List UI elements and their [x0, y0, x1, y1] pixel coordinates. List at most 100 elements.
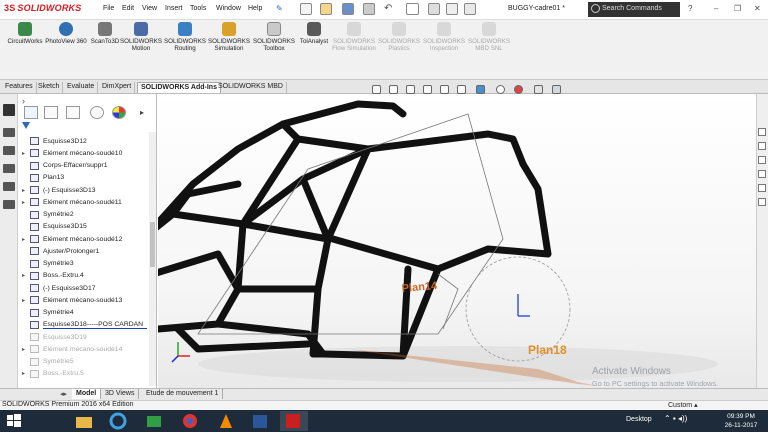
options-icon[interactable] [464, 3, 476, 15]
folder-icon[interactable] [72, 411, 100, 431]
menu-window[interactable]: Window [216, 5, 241, 12]
windows-start-icon[interactable] [4, 411, 32, 431]
configuration-manager-tab-icon[interactable] [66, 106, 80, 119]
chrome-icon[interactable] [178, 411, 206, 431]
feature-tree-item[interactable]: Ajuster/Prolonger1 [22, 245, 152, 257]
desktop-label[interactable]: Desktop [626, 416, 652, 423]
feature-tree-item[interactable]: Esquisse3D18-----POS CARDAN [22, 319, 152, 331]
scrollbar-thumb[interactable] [150, 222, 155, 267]
select-pointer-icon[interactable] [406, 3, 419, 15]
zoom-area-icon[interactable] [389, 85, 398, 94]
display-style-icon[interactable] [476, 85, 485, 94]
feature-tree-scrollbar[interactable] [149, 132, 156, 386]
expand-arrow-icon[interactable]: ▸ [22, 236, 30, 243]
help-icon[interactable]: ? [688, 4, 692, 13]
dimxpert-manager-tab-icon[interactable] [90, 106, 104, 119]
store-icon[interactable] [142, 411, 170, 431]
solidworks-app-icon[interactable] [280, 411, 308, 431]
expand-arrow-icon[interactable]: ▸ [22, 199, 30, 206]
feature-tree-item[interactable]: ▸ Elément mécano-soudé14 [22, 343, 152, 355]
feature-tree-item[interactable]: Esquisse3D19 [22, 331, 152, 343]
expand-arrow-icon[interactable]: ▸ [22, 370, 30, 377]
tab-dimxpert[interactable]: DimXpert [99, 82, 136, 93]
feature-tree-item[interactable]: Symétrie3 [22, 258, 152, 270]
display-manager-tab-icon[interactable] [112, 106, 126, 119]
feature-tree-item[interactable]: Symétrie4 [22, 307, 152, 319]
routing-button[interactable]: SOLIDWORKS Routing [163, 22, 207, 52]
units-selector[interactable]: Custom ▴ [668, 401, 698, 409]
close-button[interactable]: ✕ [754, 4, 761, 13]
spline-tool-icon[interactable] [3, 200, 15, 209]
design-library-icon[interactable] [758, 142, 766, 150]
feature-tree-item[interactable]: Symétrie5 [22, 356, 152, 368]
inspection-button[interactable]: SOLIDWORKS Inspection [422, 22, 466, 52]
system-tray-icons[interactable]: ⌃ ▪ ◂)) [664, 414, 687, 423]
print-icon[interactable] [363, 3, 375, 15]
graphics-viewport[interactable]: Plan14 Plan18 [158, 94, 756, 388]
simulation-button[interactable]: SOLIDWORKS Simulation [207, 22, 251, 52]
tab-model[interactable]: Model [72, 389, 102, 399]
menu-tools[interactable]: Tools [190, 5, 206, 12]
resources-icon[interactable] [758, 128, 766, 136]
vlc-icon[interactable] [214, 411, 242, 431]
tab-sketch[interactable]: Sketch [35, 82, 64, 93]
expand-arrow-icon[interactable]: ▸ [22, 346, 30, 353]
pin-icon[interactable]: ✎ [276, 4, 283, 13]
feature-tree-item[interactable]: Symétrie2 [22, 209, 152, 221]
feature-tree-item[interactable]: ▸ Elément mécano-soudé12 [22, 233, 152, 245]
zoom-to-fit-icon[interactable] [372, 85, 381, 94]
toolbox-button[interactable]: SOLIDWORKS Toolbox [252, 22, 296, 52]
feature-tree-item[interactable]: Esquisse3D12 [22, 135, 152, 147]
appearances-icon[interactable] [758, 184, 766, 192]
filter-icon[interactable] [22, 122, 30, 130]
ie-icon[interactable] [106, 411, 134, 431]
feature-tree-item[interactable]: ▸ Elément mécano-soudé13 [22, 294, 152, 306]
feature-tree-item[interactable]: (-) Esquisse3D17 [22, 282, 152, 294]
view-orientation-icon[interactable] [457, 85, 466, 94]
arc-tool-icon[interactable] [3, 182, 15, 191]
feature-tree-item[interactable]: Esquisse3D15 [22, 221, 152, 233]
sketch-tool-icon[interactable] [3, 104, 15, 116]
motion-button[interactable]: SOLIDWORKS Motion [119, 22, 163, 52]
rectangle-tool-icon[interactable] [3, 146, 15, 155]
circuitworks-button[interactable]: CircuitWorks [3, 22, 47, 45]
mbd-snl-button[interactable]: SOLIDWORKS MBD SNL [467, 22, 511, 52]
solidworks-logo[interactable]: 3S SOLIDWORKS [4, 3, 81, 17]
view-palette-icon[interactable] [758, 170, 766, 178]
buggy-frame-model[interactable]: Plan14 Plan18 [158, 94, 756, 388]
undo-icon[interactable]: ↶ [384, 3, 392, 14]
tab-motion-study[interactable]: Etude de mouvement 1 [142, 389, 224, 399]
menu-file[interactable]: File [103, 5, 114, 12]
flow-simulation-button[interactable]: SOLIDWORKS Flow Simulation [332, 22, 376, 52]
line-tool-icon[interactable] [3, 128, 15, 137]
tab-evaluate[interactable]: Evaluate [64, 82, 99, 93]
hide-show-items-icon[interactable] [496, 85, 505, 94]
expand-arrow-icon[interactable]: ▸ [22, 297, 30, 304]
menu-view[interactable]: View [142, 5, 157, 12]
tab-addins[interactable]: SOLIDWORKS Add-Ins [137, 82, 221, 93]
tab-nav-arrows[interactable]: ◂▸ [60, 390, 67, 398]
feature-tree-item[interactable]: ▸ Elément mécano-soudé11 [22, 196, 152, 208]
section-view-icon[interactable] [423, 85, 432, 94]
search-commands-input[interactable]: Search Commands [588, 2, 680, 17]
feature-tree-item[interactable]: Corps-Effacer/suppr1 [22, 160, 152, 172]
taskbar-clock[interactable]: 09:39 PM 26-11-2017 [718, 412, 764, 430]
apply-scene-icon[interactable] [534, 85, 543, 94]
expand-arrow-icon[interactable]: ▸ [22, 272, 30, 279]
feature-tree-item[interactable]: ▸ Elément mécano-soudé10 [22, 147, 152, 159]
photoview-button[interactable]: PhotoView 360 [44, 22, 88, 45]
previous-view-icon[interactable] [406, 85, 415, 94]
expand-arrow-icon[interactable]: ▸ [22, 187, 30, 194]
word-icon[interactable] [248, 411, 276, 431]
circle-tool-icon[interactable] [3, 164, 15, 173]
more-tabs-icon[interactable]: ▸ [140, 108, 144, 117]
rebuild-icon[interactable] [428, 3, 440, 15]
plastics-button[interactable]: SOLIDWORKS Plastics [377, 22, 421, 52]
feature-tree-item[interactable]: Plan13 [22, 172, 152, 184]
tab-mbd[interactable]: SOLIDWORKS MBD [215, 82, 287, 93]
feature-tree-item[interactable]: ▸ Boss.-Extru.4 [22, 270, 152, 282]
tab-3d-views[interactable]: 3D Views [101, 389, 140, 399]
open-icon[interactable] [320, 3, 332, 15]
tube-frame[interactable] [158, 100, 552, 360]
custom-properties-icon[interactable] [758, 198, 766, 206]
